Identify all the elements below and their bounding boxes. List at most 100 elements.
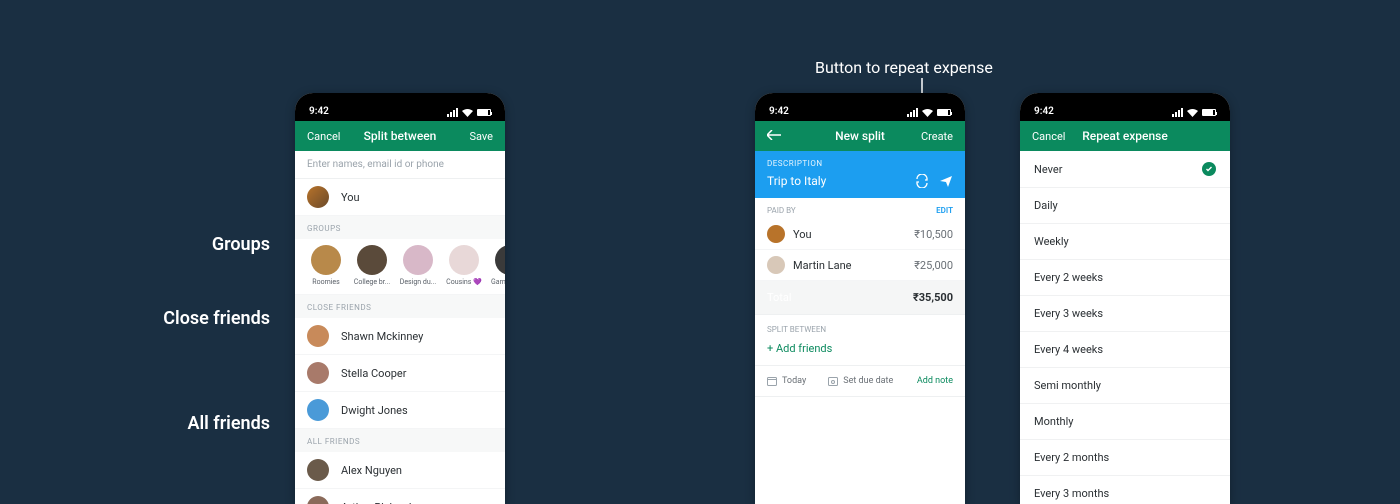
add-note-button[interactable]: Add note [917, 376, 953, 386]
avatar [307, 325, 329, 347]
friend-name: Alex Nguyen [341, 464, 402, 477]
payer-row[interactable]: Martin Lane ₹25,000 [755, 250, 965, 281]
cancel-button[interactable]: Cancel [1032, 130, 1072, 143]
friend-name: Arthur Richards [341, 501, 417, 504]
friend-row[interactable]: Stella Cooper [295, 355, 505, 392]
navbar: New split Create [755, 121, 965, 151]
friend-row[interactable]: Alex Nguyen [295, 452, 505, 489]
group-avatar [311, 245, 341, 275]
search-input[interactable]: Enter names, email id or phone [295, 151, 505, 179]
avatar [307, 362, 329, 384]
external-label-groups: Groups [212, 234, 270, 255]
group-chip[interactable]: Roomies [307, 245, 345, 286]
repeat-option[interactable]: Every 3 weeks [1020, 296, 1230, 332]
option-label: Monthly [1034, 415, 1074, 428]
search-placeholder: Enter names, email id or phone [307, 159, 444, 170]
wifi-icon [462, 109, 473, 117]
wifi-icon [1187, 109, 1198, 117]
cancel-button[interactable]: Cancel [307, 130, 347, 143]
group-avatar [357, 245, 387, 275]
signal-icon [447, 108, 458, 117]
section-close-friends-header: CLOSE FRIENDS [295, 295, 505, 318]
section-groups-header: GROUPS [295, 216, 505, 239]
repeat-option[interactable]: Every 2 months [1020, 440, 1230, 476]
friend-row[interactable]: Arthur Richards [295, 489, 505, 504]
nav-title: New split [835, 129, 885, 143]
status-time: 9:42 [309, 106, 329, 117]
status-time: 9:42 [1034, 106, 1054, 117]
group-avatar [449, 245, 479, 275]
you-row[interactable]: You [295, 179, 505, 216]
total-amount: ₹35,500 [913, 291, 953, 304]
group-chip[interactable]: GameZone... [491, 245, 505, 286]
calendar-icon [767, 376, 777, 386]
group-avatar [403, 245, 433, 275]
repeat-icon[interactable] [915, 174, 929, 188]
repeat-option[interactable]: Never [1020, 151, 1230, 188]
description-block: DESCRIPTION Trip to Italy [755, 151, 965, 198]
payer-name: You [793, 228, 812, 241]
friend-name: Shawn Mckinney [341, 330, 423, 343]
repeat-option[interactable]: Semi monthly [1020, 368, 1230, 404]
avatar [307, 496, 329, 504]
date-picker[interactable]: Today [767, 376, 806, 386]
battery-icon [937, 109, 951, 116]
due-date-picker[interactable]: Set due date [828, 376, 893, 386]
plane-icon[interactable] [939, 174, 953, 188]
avatar [307, 459, 329, 481]
group-label: Design du... [400, 278, 437, 286]
repeat-option[interactable]: Every 3 months [1020, 476, 1230, 504]
screen-split-between: 9:42 Cancel Split between Save Enter nam… [295, 93, 505, 504]
group-chip[interactable]: Cousins 💜 [445, 245, 483, 286]
section-all-friends-header: ALL FRIENDS [295, 429, 505, 452]
paidby-label: PAID BY [767, 206, 796, 215]
navbar: Cancel Split between Save [295, 121, 505, 151]
statusbar: 9:42 [295, 93, 505, 121]
repeat-option[interactable]: Monthly [1020, 404, 1230, 440]
back-arrow-icon [767, 130, 781, 140]
groups-row[interactable]: Roomies College br... Design du... Cousi… [295, 239, 505, 295]
save-button[interactable]: Save [453, 130, 493, 143]
option-label: Every 4 weeks [1034, 343, 1103, 356]
avatar [767, 256, 785, 274]
group-chip[interactable]: College br... [353, 245, 391, 286]
friend-name: Stella Cooper [341, 367, 406, 380]
create-button[interactable]: Create [913, 130, 953, 143]
nav-title: Split between [364, 129, 437, 143]
navbar: Cancel Repeat expense [1020, 121, 1230, 151]
description-input[interactable]: Trip to Italy [767, 174, 826, 188]
repeat-option[interactable]: Every 2 weeks [1020, 260, 1230, 296]
due-label: Set due date [843, 376, 893, 386]
meta-row: Today Set due date Add note [755, 366, 965, 397]
option-label: Every 2 weeks [1034, 271, 1103, 284]
friend-name: Dwight Jones [341, 404, 408, 417]
group-chip[interactable]: Design du... [399, 245, 437, 286]
battery-icon [477, 109, 491, 116]
back-button[interactable] [767, 130, 807, 143]
repeat-option[interactable]: Daily [1020, 188, 1230, 224]
nav-title: Repeat expense [1082, 129, 1168, 143]
battery-icon [1202, 109, 1216, 116]
group-label: GameZone... [491, 278, 505, 286]
option-label: Weekly [1034, 235, 1069, 248]
friend-row[interactable]: Dwight Jones [295, 392, 505, 429]
statusbar: 9:42 [1020, 93, 1230, 121]
paidby-header: PAID BY EDIT [755, 198, 965, 219]
status-time: 9:42 [769, 106, 789, 117]
group-label: Cousins 💜 [446, 278, 482, 286]
option-label: Every 3 months [1034, 487, 1109, 500]
external-label-close-friends: Close friends [163, 308, 270, 329]
avatar [767, 225, 785, 243]
repeat-option[interactable]: Weekly [1020, 224, 1230, 260]
payer-row[interactable]: You ₹10,500 [755, 219, 965, 250]
repeat-option[interactable]: Every 4 weeks [1020, 332, 1230, 368]
duedate-icon [828, 376, 838, 386]
add-friends-button[interactable]: + Add friends [755, 338, 965, 366]
option-label: Never [1034, 163, 1062, 176]
friend-row[interactable]: Shawn Mckinney [295, 318, 505, 355]
edit-button[interactable]: EDIT [936, 206, 953, 215]
annotation-repeat-button: Button to repeat expense [815, 58, 993, 77]
option-label: Every 3 weeks [1034, 307, 1103, 320]
empty-area [755, 397, 965, 504]
wifi-icon [922, 109, 933, 117]
